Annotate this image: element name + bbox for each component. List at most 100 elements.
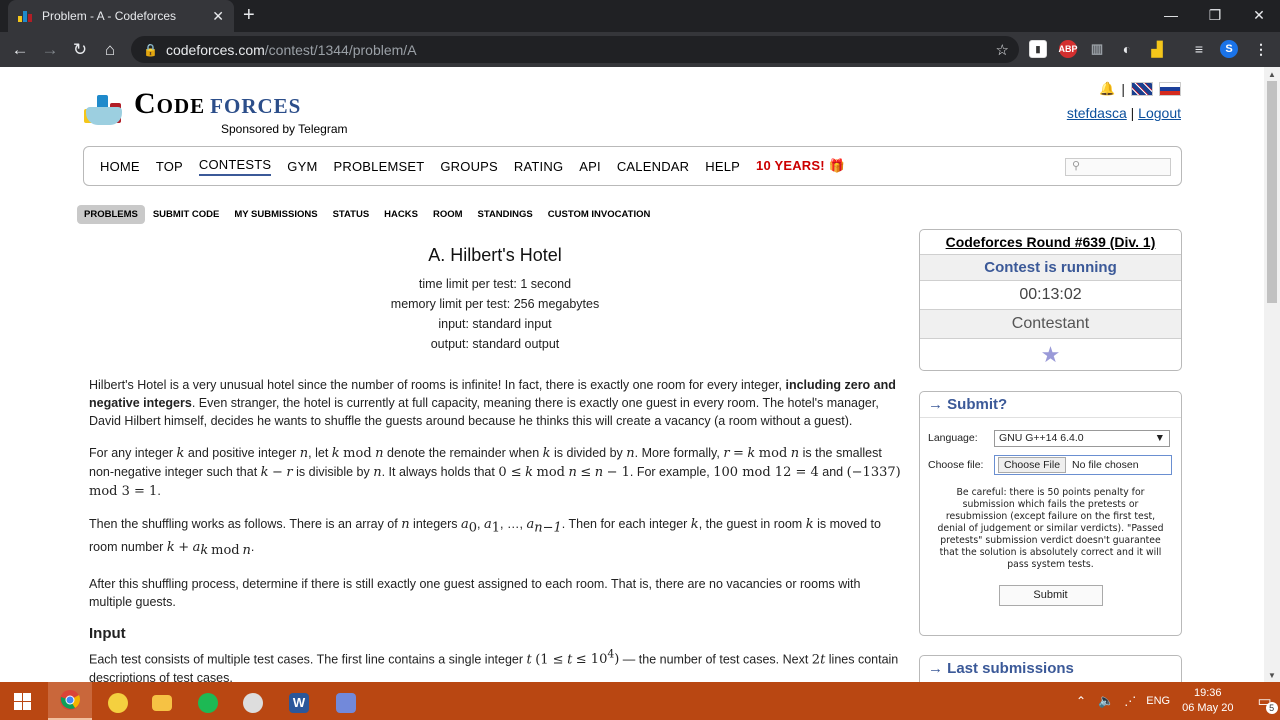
submenu-room[interactable]: ROOM xyxy=(426,205,470,224)
browser-tab[interactable]: Problem - A - Codeforces ✕ xyxy=(8,0,234,32)
scroll-down-icon[interactable]: ▼ xyxy=(1264,668,1280,682)
forward-icon[interactable]: → xyxy=(37,37,63,63)
menu-10-years[interactable]: 10 YEARS! 🎁 xyxy=(756,158,845,174)
window-close-button[interactable]: ✕ xyxy=(1236,0,1280,30)
codeforces-favicon-icon xyxy=(18,10,32,22)
favourite-star-icon[interactable]: ★ xyxy=(920,338,1181,370)
submenu-submit-code[interactable]: SUBMIT CODE xyxy=(146,205,227,224)
contest-timer: 00:13:02 xyxy=(920,280,1181,309)
logo-word: Code forces xyxy=(134,89,301,119)
volume-icon[interactable]: 🔈 xyxy=(1098,693,1114,709)
language-select[interactable]: GNU G++14 6.4.0 ▼ xyxy=(994,430,1170,447)
contest-box: Codeforces Round #639 (Div. 1) Contest i… xyxy=(919,229,1182,371)
reading-list-icon[interactable]: ≡ xyxy=(1190,40,1208,58)
file-input[interactable]: Choose File No file chosen xyxy=(994,455,1172,475)
user-box: 🔔 | stefdasca | Logout xyxy=(1067,81,1181,121)
menu-gym[interactable]: GYM xyxy=(287,159,317,174)
scroll-up-icon[interactable]: ▲ xyxy=(1264,67,1280,81)
menu-rating[interactable]: RATING xyxy=(514,159,563,174)
new-tab-button[interactable]: + xyxy=(243,4,255,27)
file-label: Choose file: xyxy=(928,458,984,471)
input-heading: Input xyxy=(89,625,126,642)
submenu-my-submissions[interactable]: MY SUBMISSIONS xyxy=(227,205,324,224)
adblock-icon[interactable]: ABP xyxy=(1059,40,1078,58)
browser-tabbar: Problem - A - Codeforces ✕ + — ❐ ✕ xyxy=(0,0,1280,32)
url-path: /contest/1344/problem/A xyxy=(264,41,417,58)
russian-flag-icon[interactable] xyxy=(1159,82,1181,96)
menu-home[interactable]: HOME xyxy=(100,159,140,174)
menu-calendar[interactable]: CALENDAR xyxy=(617,159,689,174)
language-label: Language: xyxy=(928,432,978,444)
user-separator: | xyxy=(1130,105,1135,121)
codeforces-logo[interactable]: Code forces Sponsored by Telegram xyxy=(82,89,348,136)
file-explorer-icon[interactable] xyxy=(140,686,184,720)
language-value: GNU G++14 6.4.0 xyxy=(999,432,1084,444)
menu-kebab-icon[interactable]: ⋮ xyxy=(1252,40,1270,58)
maximize-button[interactable]: ❐ xyxy=(1192,0,1238,30)
tray-chevron-up-icon[interactable]: ⌃ xyxy=(1076,694,1086,708)
notification-bell-icon[interactable]: 🔔 xyxy=(1099,81,1115,97)
problem-statement: A. Hilbert's Hotel time limit per test: … xyxy=(89,245,901,682)
contest-status: Contest is running xyxy=(920,254,1181,280)
minimize-button[interactable]: — xyxy=(1148,0,1194,30)
profile-avatar[interactable]: S xyxy=(1220,40,1238,58)
spotify-icon[interactable] xyxy=(186,686,230,720)
lock-icon: 🔒 xyxy=(143,42,158,57)
reload-icon[interactable]: ↻ xyxy=(67,37,93,63)
notifications-icon[interactable]: ▭ 5 xyxy=(1257,692,1278,714)
notification-count: 5 xyxy=(1265,702,1278,714)
menu-help[interactable]: HELP xyxy=(705,159,740,174)
chrome-taskbar-icon[interactable] xyxy=(48,682,92,720)
submenu-hacks[interactable]: HACKS xyxy=(377,205,425,224)
penalty-warning: Be careful: there is 50 points penalty f… xyxy=(937,487,1164,570)
menu-problemset[interactable]: PROBLEMSET xyxy=(334,159,425,174)
pikachu-app-icon[interactable] xyxy=(96,686,140,720)
main-menu: HOME TOP CONTESTS GYM PROBLEMSET GROUPS … xyxy=(83,146,1182,186)
search-input[interactable]: ⚲ xyxy=(1065,158,1171,176)
submenu-standings[interactable]: STANDINGS xyxy=(471,205,540,224)
english-flag-icon[interactable] xyxy=(1131,82,1153,96)
user-link[interactable]: stefdasca xyxy=(1067,105,1127,121)
scrollbar-thumb[interactable] xyxy=(1267,81,1277,303)
codeforces-page: Code forces Sponsored by Telegram 🔔 | st… xyxy=(0,67,1264,682)
tab-title: Problem - A - Codeforces xyxy=(42,9,177,23)
submit-button[interactable]: Submit xyxy=(998,585,1103,606)
flag-separator: | xyxy=(1121,81,1125,97)
menu-groups[interactable]: GROUPS xyxy=(440,159,498,174)
language-indicator[interactable]: ENG xyxy=(1146,695,1170,707)
windows-start-icon[interactable] xyxy=(0,682,44,720)
extension-codeforces-icon[interactable]: ▟ xyxy=(1148,40,1166,58)
extension-chart-icon[interactable]: ▮ xyxy=(1029,40,1047,58)
menu-contests[interactable]: CONTESTS xyxy=(198,157,272,176)
menu-top[interactable]: TOP xyxy=(156,159,183,174)
word-icon[interactable]: W xyxy=(277,686,321,720)
extension-sync-icon[interactable]: ◐ xyxy=(1118,40,1136,58)
submenu-custom-invocation[interactable]: CUSTOM INVOCATION xyxy=(541,205,658,224)
file-status: No file chosen xyxy=(1072,459,1139,471)
logo-mask-icon xyxy=(86,107,122,125)
bookmark-star-icon[interactable]: ☆ xyxy=(996,41,1009,59)
submenu-problems[interactable]: PROBLEMS xyxy=(77,205,145,224)
submenu-status[interactable]: STATUS xyxy=(326,205,377,224)
choose-file-button[interactable]: Choose File xyxy=(998,457,1067,473)
extension-bars-icon[interactable]: ▥ xyxy=(1088,40,1106,58)
output-spec: output: standard output xyxy=(430,337,560,351)
clock[interactable]: 19:36 06 May 20 xyxy=(1182,686,1233,716)
network-icon[interactable]: ⋰ xyxy=(1124,694,1136,708)
vertical-scrollbar[interactable]: ▲ ▼ xyxy=(1264,67,1280,682)
sponsor-text: Sponsored by Telegram xyxy=(221,122,348,136)
logout-link[interactable]: Logout xyxy=(1138,105,1181,121)
last-submissions-box: → Last submissions xyxy=(919,655,1182,682)
address-bar[interactable]: 🔒 codeforces.com /contest/1344/problem/A… xyxy=(131,36,1019,63)
chevron-down-icon: ▼ xyxy=(1154,432,1165,444)
back-icon[interactable]: ← xyxy=(7,37,33,63)
menu-api[interactable]: API xyxy=(579,159,601,174)
paint-app-icon[interactable] xyxy=(231,686,275,720)
home-icon[interactable]: ⌂ xyxy=(97,37,123,63)
tab-close-icon[interactable]: ✕ xyxy=(212,8,224,25)
input-spec: input: standard input xyxy=(438,317,552,331)
round-title-link[interactable]: Codeforces Round #639 (Div. 1) xyxy=(920,230,1181,254)
submit-caption: → Submit? xyxy=(928,396,1008,413)
paragraph-input: Each test consists of multiple test case… xyxy=(89,648,899,682)
discord-icon[interactable] xyxy=(324,686,368,720)
